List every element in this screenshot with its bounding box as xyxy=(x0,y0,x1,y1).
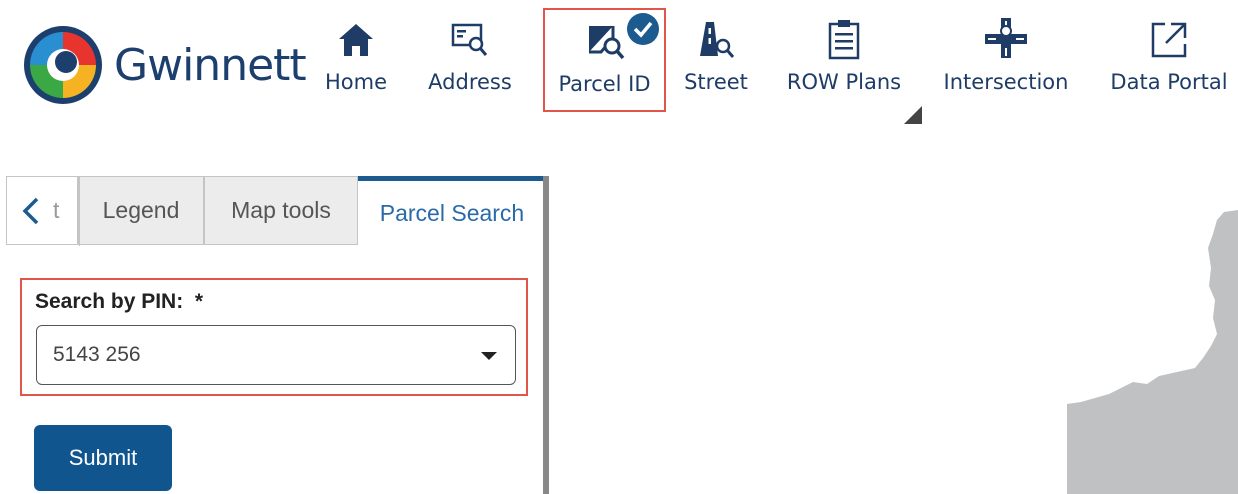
tab-map-tools[interactable]: Map tools xyxy=(204,176,358,245)
panel-tab-bar: t Legend Map tools Parcel Search xyxy=(6,176,546,246)
street-search-icon xyxy=(700,22,735,58)
row-plans-dropdown-caret-icon[interactable] xyxy=(904,106,922,124)
pin-search-label-text: Search by PIN: xyxy=(35,290,184,313)
nav-street-button[interactable]: Street xyxy=(680,8,752,112)
nav-row-plans-label: ROW Plans xyxy=(786,70,902,94)
nav-home-label: Home xyxy=(324,70,387,94)
nav-address-button[interactable]: Address xyxy=(422,8,518,112)
nav-parcel-id-button[interactable]: Parcel ID xyxy=(543,8,666,112)
nav-data-portal-button[interactable]: Data Portal xyxy=(1104,8,1234,112)
nav-row-plans-button[interactable]: ROW Plans xyxy=(780,8,908,112)
submit-button[interactable]: Submit xyxy=(34,425,172,491)
pin-search-group: Search by PIN: * 5143 256 xyxy=(20,278,528,396)
pin-search-label: Search by PIN: * xyxy=(35,290,203,314)
caret-down-icon xyxy=(481,352,497,360)
nav-parcel-id-label: Parcel ID xyxy=(558,72,651,96)
nav-intersection-button[interactable]: Intersection xyxy=(936,8,1076,112)
nav-home-button[interactable]: Home xyxy=(320,8,392,112)
chevron-left-icon xyxy=(22,197,39,225)
pin-select[interactable]: 5143 256 xyxy=(36,325,516,385)
nav-intersection-label: Intersection xyxy=(943,70,1069,94)
intersection-icon xyxy=(985,18,1027,58)
row-plans-icon xyxy=(828,20,860,60)
tab-scroll-back[interactable]: t xyxy=(6,176,80,246)
nav-street-label: Street xyxy=(684,70,748,94)
parcel-map-shape xyxy=(1067,210,1238,494)
parcel-search-icon xyxy=(588,26,624,60)
external-link-icon xyxy=(1151,22,1187,58)
map-view[interactable] xyxy=(549,176,1238,494)
pin-select-value: 5143 256 xyxy=(53,343,141,366)
nav-data-portal-label: Data Portal xyxy=(1110,70,1228,94)
tab-partial-label: t xyxy=(53,197,60,223)
home-icon xyxy=(339,24,373,56)
main-toolbar: Home Address Parcel ID Street ROW Plans … xyxy=(0,0,1238,130)
tab-parcel-search[interactable]: Parcel Search xyxy=(358,176,546,245)
checkmark-badge-icon xyxy=(627,13,659,45)
tab-separator xyxy=(79,177,80,246)
required-mark: * xyxy=(194,290,204,313)
address-search-icon xyxy=(451,23,488,56)
nav-address-label: Address xyxy=(428,70,512,94)
tab-legend[interactable]: Legend xyxy=(78,176,204,245)
